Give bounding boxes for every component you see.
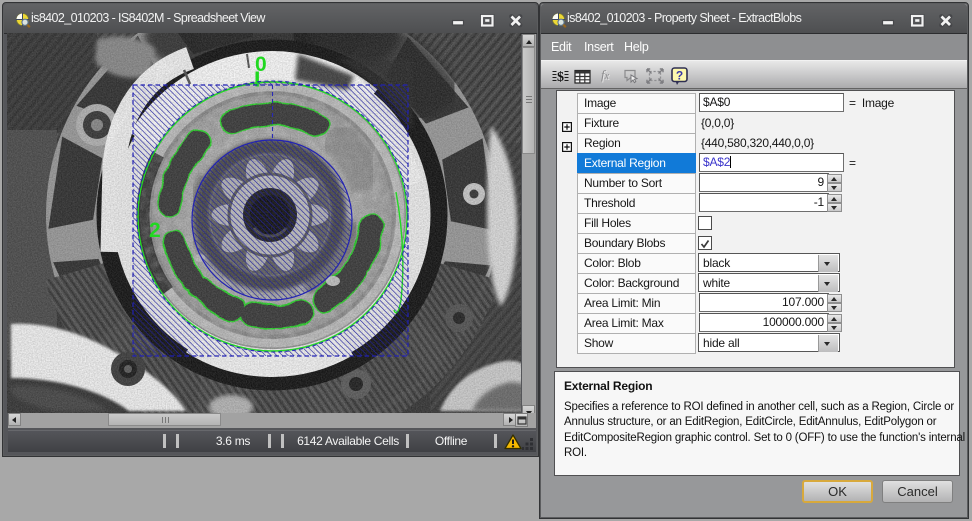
- svg-text:$: $: [557, 70, 564, 84]
- svg-text:2: 2: [149, 219, 161, 242]
- svg-text:?: ?: [676, 68, 683, 82]
